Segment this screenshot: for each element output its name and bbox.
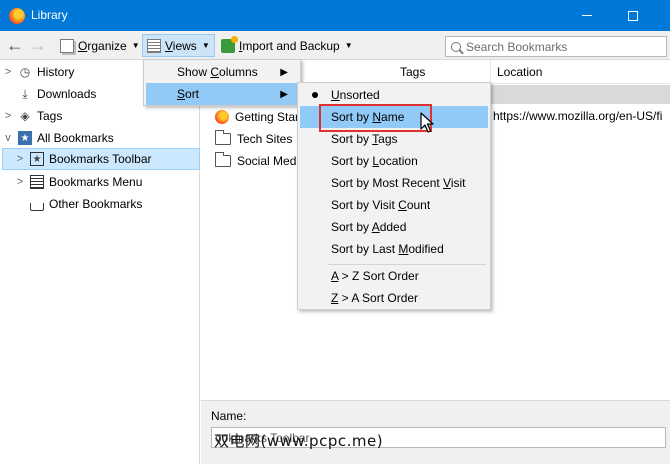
sidebar-item-label: Bookmarks Toolbar — [49, 152, 152, 166]
sidebar-item-label: Other Bookmarks — [49, 197, 143, 211]
maximize-icon — [628, 10, 638, 21]
menu-item-label: Sort by Tags — [331, 132, 398, 146]
maximize-button[interactable] — [610, 0, 656, 31]
menu-item-label: A > Z Sort Order — [331, 269, 419, 283]
list-item[interactable]: Getting Star — [215, 106, 299, 128]
sidebar-tree: > ◷ History ⤓ Downloads > ◈ Tags v ★ All… — [0, 60, 200, 464]
clock-icon: ◷ — [19, 65, 31, 79]
submenu-arrow-icon: ▶ — [280, 66, 288, 78]
window-title: Library — [31, 8, 68, 22]
radio-dot-icon — [312, 92, 318, 98]
menu-item-label: Unsorted — [331, 88, 380, 102]
menu-item-label: Sort — [177, 87, 200, 101]
menu-item-label: Sort by Last Modified — [331, 242, 444, 256]
firefox-icon — [9, 8, 25, 24]
menu-item-label: Sort by Visit Count — [331, 198, 431, 212]
sidebar-item-label: History — [37, 65, 75, 79]
arrow-left-icon: ← — [6, 35, 24, 55]
column-header-tags[interactable]: Tags — [394, 60, 491, 84]
row-name: Getting Star — [235, 110, 300, 124]
search-box[interactable] — [445, 36, 667, 57]
folder-icon — [215, 130, 231, 145]
organize-button[interactable]: Organize ▼ — [56, 34, 144, 57]
name-label: Name: — [211, 409, 247, 423]
submenu-arrow-icon: ▶ — [280, 88, 288, 100]
watermark: 双电网(www.pcpc.me) — [214, 432, 384, 450]
sidebar-item-label: Tags — [37, 109, 63, 123]
menu-item-sort-by-visit-count[interactable]: Sort by Visit Count — [300, 194, 488, 216]
chevron-right-icon[interactable]: > — [15, 153, 25, 165]
menu-item-label: Show Columns — [177, 65, 258, 79]
caret-down-icon: ▼ — [201, 41, 210, 50]
caret-down-icon: ▼ — [131, 41, 140, 50]
views-button[interactable]: Views ▼ — [142, 34, 215, 57]
arrow-right-icon: → — [29, 35, 47, 55]
search-input[interactable] — [466, 39, 656, 54]
organize-label: Organize — [78, 38, 127, 53]
sidebar-item-bookmarks-toolbar[interactable]: > ★ Bookmarks Toolbar — [2, 148, 200, 170]
organize-icon — [60, 38, 74, 53]
minimize-button[interactable] — [564, 0, 610, 31]
row-name: Tech Sites — [237, 132, 293, 146]
import-icon — [221, 35, 238, 53]
sidebar-item-tags[interactable]: > ◈ Tags — [3, 105, 63, 127]
column-header-location[interactable]: Location — [491, 60, 670, 84]
menu-item-label: Sort by Added — [331, 220, 407, 234]
title-bar: Library — [0, 0, 670, 31]
callout-highlight-box — [319, 104, 432, 132]
menu-item-unsorted[interactable]: Unsorted — [300, 84, 488, 106]
menu-item-z-a-order[interactable]: Z > A Sort Order — [300, 287, 488, 309]
menu-item-label: Sort by Most Recent Visit — [331, 176, 466, 190]
sidebar-item-downloads[interactable]: ⤓ Downloads — [3, 83, 96, 105]
sidebar-item-label: Bookmarks Menu — [49, 175, 143, 189]
search-icon — [451, 41, 461, 52]
views-menu: Show Columns ▶ Sort ▶ — [143, 59, 301, 106]
star-icon: ★ — [18, 131, 32, 145]
menu-item-label: Z > A Sort Order — [331, 291, 419, 305]
folder-icon — [215, 152, 231, 167]
views-icon — [147, 38, 161, 53]
toolbar: ← → Organize ▼ Views ▼ Import and Backup… — [0, 31, 670, 60]
menu-item-sort-by-last-modified[interactable]: Sort by Last Modified — [300, 238, 488, 260]
import-backup-button[interactable]: Import and Backup ▼ — [217, 34, 357, 57]
list-item[interactable]: Tech Sites — [215, 128, 292, 150]
back-button[interactable]: ← — [4, 34, 26, 57]
caret-down-icon: ▼ — [344, 41, 353, 50]
chevron-right-icon[interactable]: > — [3, 110, 13, 122]
sidebar-item-bookmarks-menu[interactable]: > Bookmarks Menu — [15, 171, 142, 193]
sidebar-item-other-bookmarks[interactable]: Other Bookmarks — [15, 193, 142, 215]
import-label: Import and Backup — [239, 38, 340, 53]
menu-item-show-columns[interactable]: Show Columns ▶ — [146, 61, 298, 83]
tray-icon — [30, 202, 44, 211]
list-item[interactable]: Social Medi — [215, 150, 299, 172]
row-location: https://www.mozilla.org/en-US/fi — [493, 109, 663, 123]
sidebar-item-history[interactable]: > ◷ History — [3, 61, 75, 83]
menu-item-sort-by-added[interactable]: Sort by Added — [300, 216, 488, 238]
menu-item-a-z-order[interactable]: A > Z Sort Order — [300, 265, 488, 287]
views-label: Views — [165, 38, 197, 53]
chevron-right-icon[interactable]: > — [15, 176, 25, 188]
sidebar-item-label: All Bookmarks — [37, 131, 114, 145]
minimize-icon — [582, 15, 592, 16]
sidebar-item-label: Downloads — [37, 87, 97, 101]
forward-button[interactable]: → — [27, 34, 49, 57]
menu-item-sort[interactable]: Sort ▶ — [146, 83, 298, 105]
chevron-down-icon[interactable]: v — [3, 132, 13, 144]
firefox-icon — [215, 110, 229, 124]
menu-item-sort-by-recent-visit[interactable]: Sort by Most Recent Visit — [300, 172, 488, 194]
download-icon: ⤓ — [22, 86, 28, 101]
mouse-pointer-icon — [420, 112, 434, 133]
tag-icon: ◈ — [20, 109, 30, 123]
menu-item-label: Sort by Location — [331, 154, 418, 168]
bookmarks-menu-icon — [30, 175, 44, 189]
sidebar-item-all-bookmarks[interactable]: v ★ All Bookmarks — [3, 127, 114, 149]
chevron-right-icon[interactable]: > — [3, 66, 13, 78]
bookmarks-toolbar-icon: ★ — [30, 152, 44, 166]
menu-item-sort-by-location[interactable]: Sort by Location — [300, 150, 488, 172]
row-name: Social Medi — [237, 154, 300, 168]
